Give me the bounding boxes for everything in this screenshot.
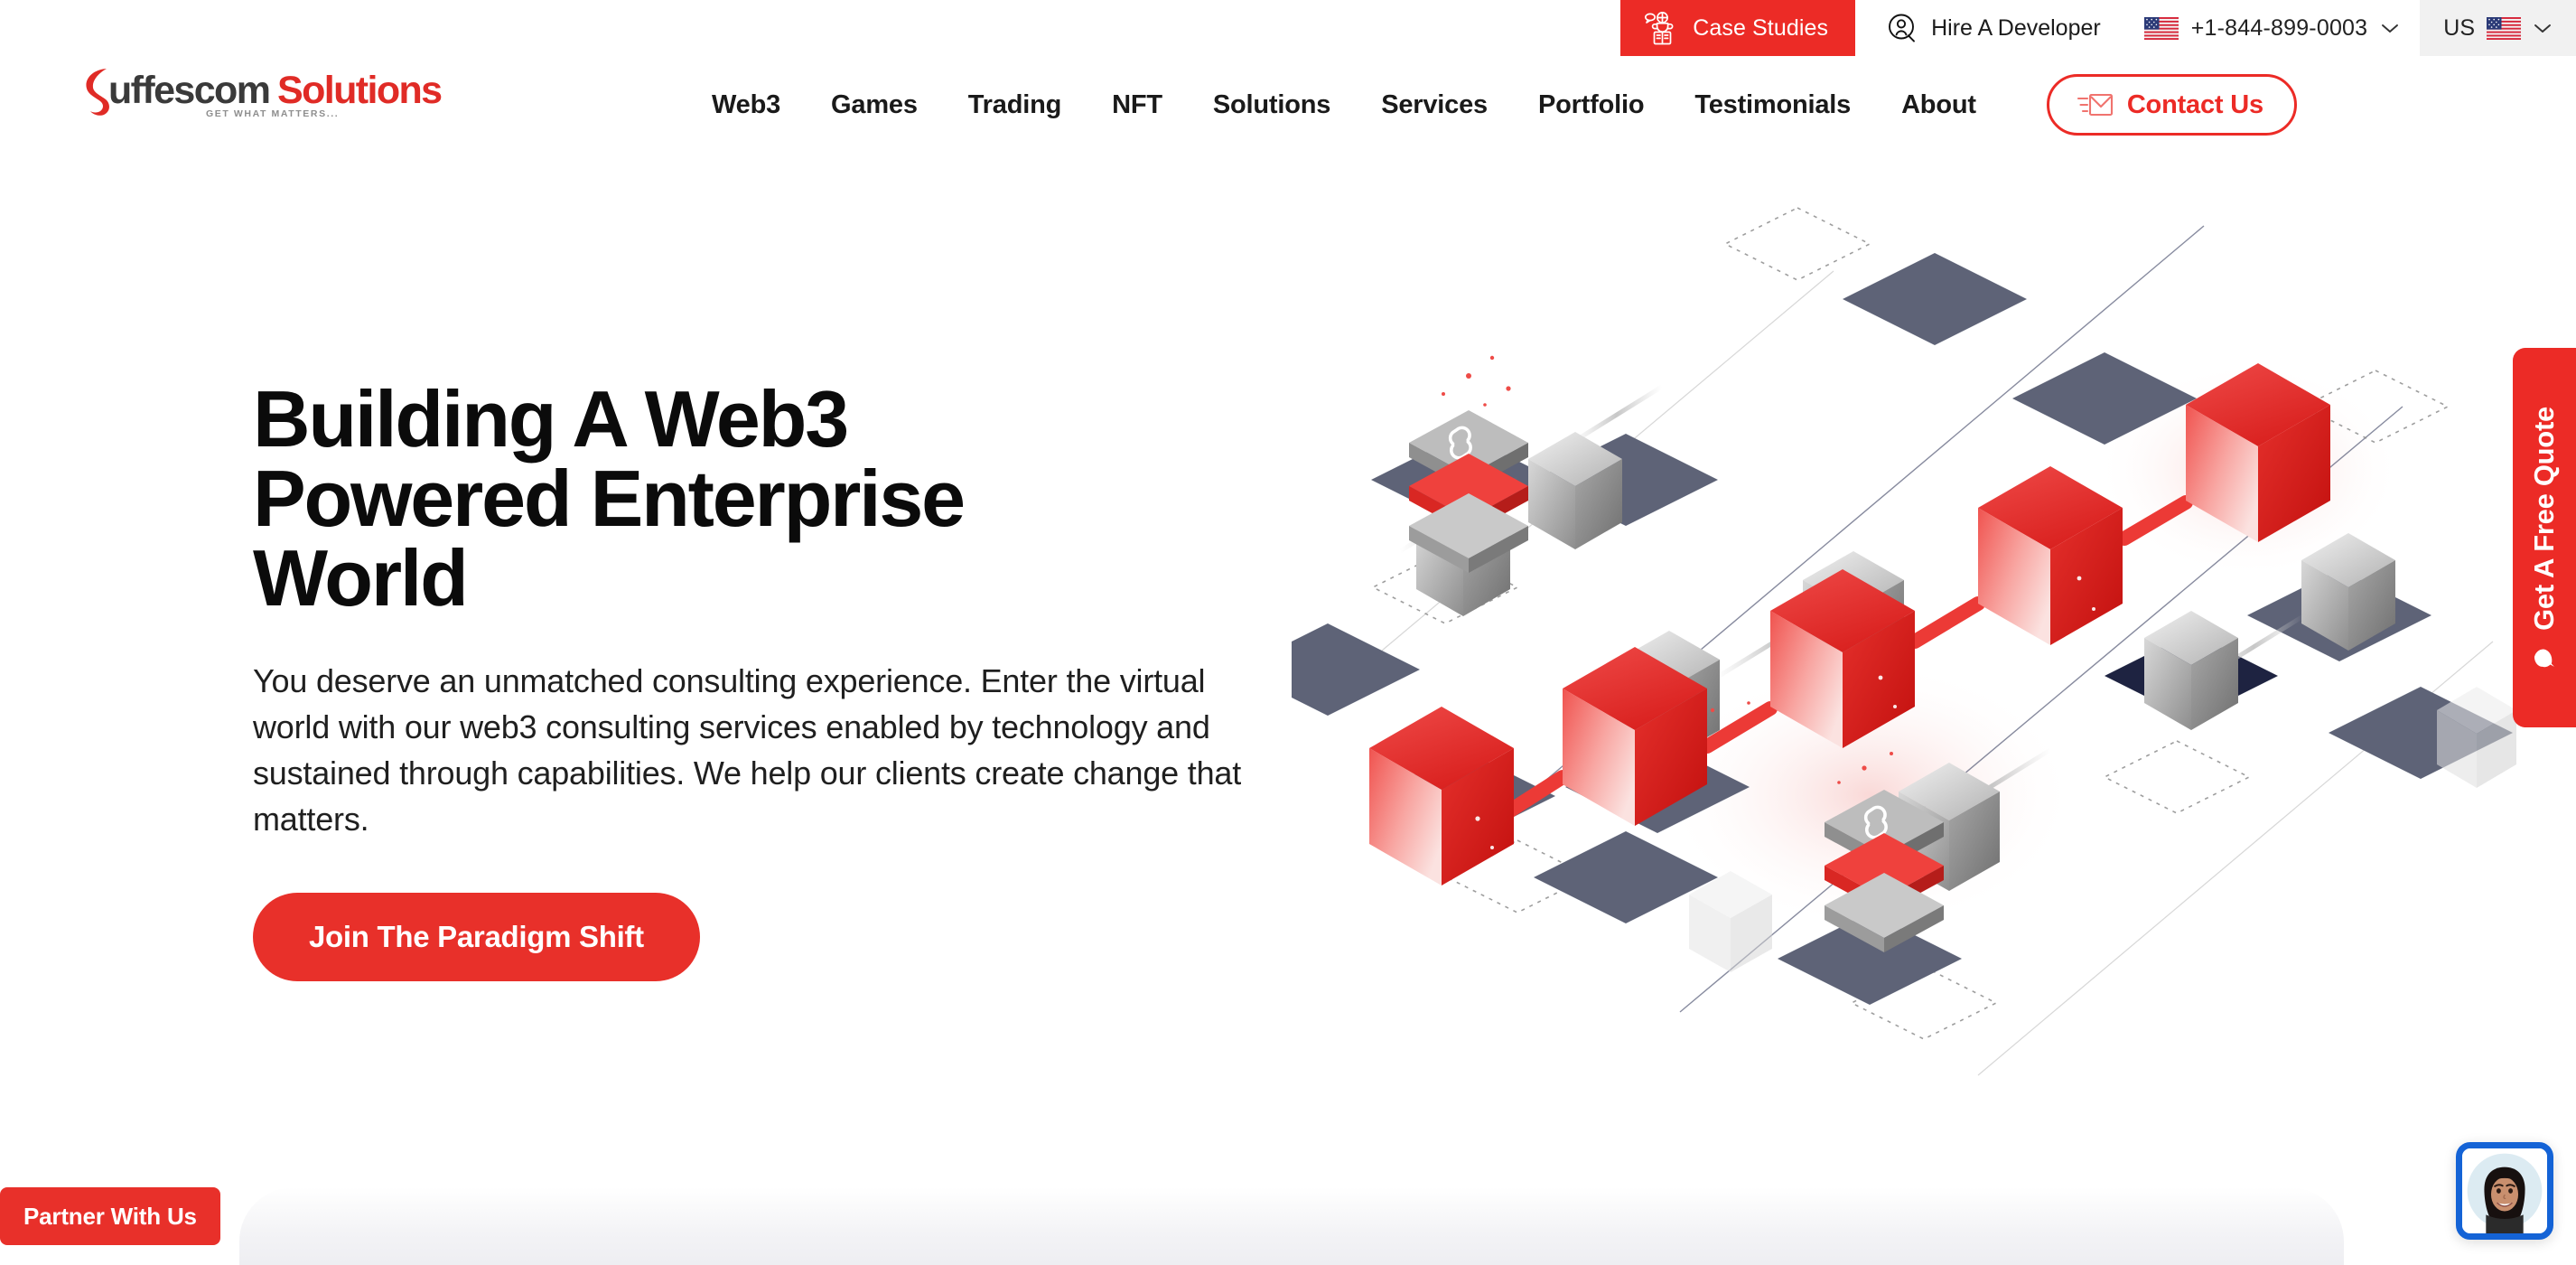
top-utility-bar: Case Studies Hire A Developer +1-844-899… [1620, 0, 2576, 56]
site-logo[interactable]: uffescom Solutions GET WHAT MATTERS... [76, 56, 473, 125]
nav-item-nft[interactable]: NFT [1087, 90, 1188, 120]
contact-us-button[interactable]: Contact Us [2046, 74, 2297, 136]
person-circle-icon [1886, 13, 1917, 43]
us-flag-icon [2143, 16, 2179, 40]
hero-title: Building A Web3 Powered Enterprise World [253, 374, 966, 623]
join-the-paradigm-shift-button[interactable]: Join The Paradigm Shift [253, 893, 700, 982]
nav-item-web3[interactable]: Web3 [686, 90, 806, 120]
nav-item-trading[interactable]: Trading [943, 90, 1087, 120]
country-selector[interactable]: US [2420, 0, 2576, 56]
phone-number-selector[interactable]: +1-844-899-0003 [2124, 0, 2421, 56]
chevron-down-icon[interactable] [2380, 22, 2400, 34]
country-code-label: US [2443, 14, 2475, 41]
us-flag-icon [2487, 16, 2521, 40]
chat-bubble-icon [2533, 645, 2556, 669]
main-navigation: Web3 Games Trading NFT Solutions Service… [686, 61, 2297, 148]
trophy-book-icon [1644, 11, 1680, 45]
nav-item-about[interactable]: About [1876, 90, 2002, 120]
phone-number-label: +1-844-899-0003 [2190, 14, 2368, 41]
case-studies-label: Case Studies [1693, 14, 1829, 41]
contact-us-label: Contact Us [2126, 89, 2263, 119]
chevron-down-icon[interactable] [2533, 22, 2553, 34]
hero-subtitle: You deserve an unmatched consulting expe… [253, 662, 1242, 839]
envelope-send-icon [2077, 90, 2114, 119]
nav-item-games[interactable]: Games [806, 90, 943, 120]
case-studies-button[interactable]: Case Studies [1620, 0, 1856, 56]
svg-text:Solutions: Solutions [277, 69, 442, 112]
partner-with-us-button[interactable]: Partner With Us [0, 1187, 220, 1245]
isometric-blockchain-illustration [1292, 172, 2556, 1129]
bottom-decorative-shape [239, 1187, 2344, 1265]
hire-a-developer-button[interactable]: Hire A Developer [1855, 0, 2124, 56]
get-a-free-quote-tab[interactable]: Get A Free Quote [2513, 348, 2576, 727]
hero-copy-block: Building A Web3 Powered Enterprise World… [253, 374, 1319, 982]
nav-item-solutions[interactable]: Solutions [1188, 90, 1356, 120]
svg-text:GET WHAT MATTERS...: GET WHAT MATTERS... [206, 108, 339, 119]
suffescom-solutions-logo: uffescom Solutions GET WHAT MATTERS... [86, 69, 443, 119]
hire-a-developer-label: Hire A Developer [1931, 14, 2101, 41]
svg-text:uffescom: uffescom [108, 69, 269, 112]
nav-item-testimonials[interactable]: Testimonials [1669, 90, 1876, 120]
get-a-free-quote-label: Get A Free Quote [2528, 407, 2560, 631]
nav-item-services[interactable]: Services [1356, 90, 1513, 120]
hero-section: Building A Web3 Powered Enterprise World… [0, 154, 2576, 1175]
avatar-image [2462, 1148, 2547, 1233]
support-agent-avatar[interactable] [2456, 1142, 2553, 1240]
nav-item-portfolio[interactable]: Portfolio [1513, 90, 1669, 120]
